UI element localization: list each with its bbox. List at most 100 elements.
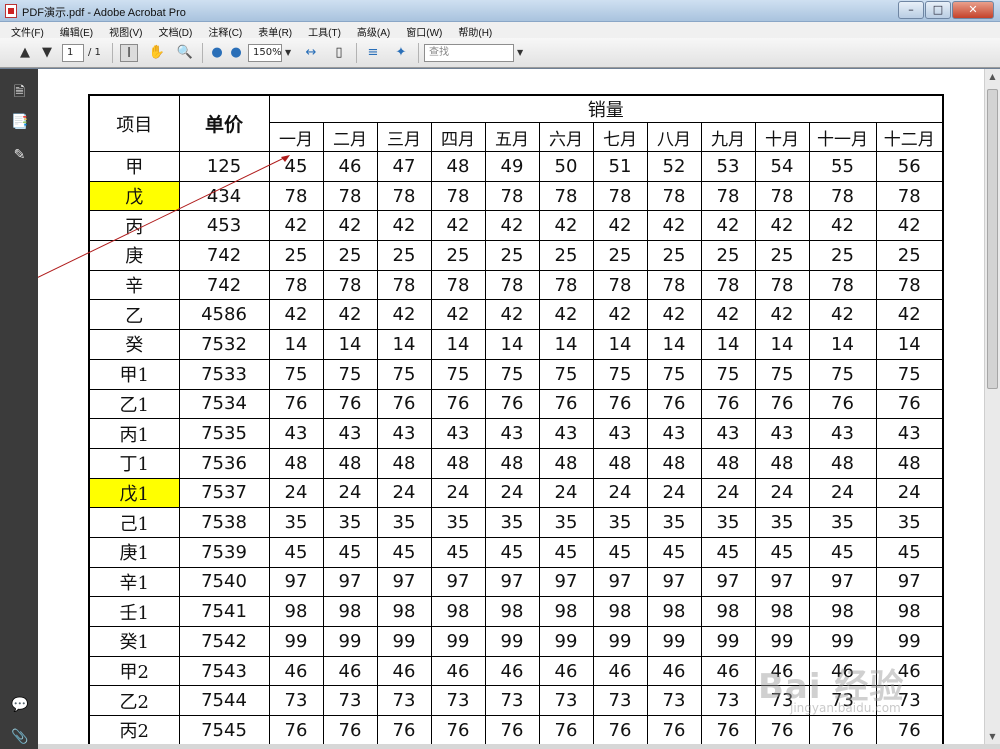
hand-tool-icon[interactable]: ✋ [148, 44, 166, 62]
fit-page-icon[interactable]: ▯ [330, 44, 348, 62]
item-name-cell: 丁1 [88, 447, 180, 479]
sales-cell: 78 [875, 269, 944, 301]
sales-cell: 14 [484, 329, 540, 360]
sales-cell: 75 [376, 358, 432, 390]
title-bar: PDF演示.pdf - Adobe Acrobat Pro – □ ✕ [0, 0, 1000, 22]
sales-cell: 14 [430, 329, 486, 360]
sales-cell: 99 [808, 626, 877, 657]
table-row: 辛1 7540 97 97 97 97 97 97 97 97 97 97 97 97 [88, 566, 944, 598]
menu-edit[interactable]: 编辑(E) [50, 22, 99, 39]
page-number-input[interactable]: 1 [62, 44, 84, 62]
sales-cell: 99 [376, 626, 432, 657]
sales-cell: 76 [538, 388, 594, 420]
menu-help[interactable]: 帮助(H) [448, 22, 498, 39]
month-header: 十一月 [808, 122, 877, 152]
sales-cell: 98 [538, 596, 594, 627]
signatures-panel-icon[interactable]: ✎ [11, 147, 28, 166]
zoom-in-icon[interactable]: ● [227, 44, 245, 62]
sales-cell: 98 [484, 596, 540, 627]
sales-cell: 78 [592, 180, 648, 212]
sales-cell: 48 [808, 447, 877, 479]
sales-cell: 46 [322, 151, 378, 182]
sales-cell: 50 [538, 151, 594, 182]
sales-cell: 97 [592, 566, 648, 598]
close-button[interactable]: ✕ [952, 1, 994, 19]
full-screen-icon[interactable]: ✦ [392, 44, 410, 62]
table-row: 庚 742 25 25 25 25 25 25 25 25 25 25 25 25 [88, 240, 944, 271]
price-cell: 7537 [178, 477, 270, 509]
sales-cell: 42 [592, 299, 648, 331]
sales-cell: 43 [700, 418, 756, 449]
menu-document[interactable]: 文档(D) [148, 22, 198, 39]
table-row: 壬1 7541 98 98 98 98 98 98 98 98 98 98 98 98 [88, 596, 944, 627]
price-cell: 434 [178, 180, 270, 212]
zoom-out-icon[interactable]: ● [208, 44, 226, 62]
sales-cell: 43 [592, 418, 648, 449]
sales-cell: 75 [646, 358, 702, 390]
sales-cell: 76 [484, 388, 540, 420]
sales-cell: 53 [700, 151, 756, 182]
select-tool-icon[interactable]: I [120, 44, 138, 62]
menu-file[interactable]: 文件(F) [0, 22, 50, 39]
sales-cell: 76 [322, 715, 378, 744]
document-view[interactable]: 项目 单价 销量 一月 二月 三月 四月 五月 六月 七月 八月 九月 十月 十一月 十二月 甲 125… [38, 69, 984, 744]
sales-cell: 43 [430, 418, 486, 449]
sales-cell: 78 [430, 269, 486, 301]
comments-panel-icon[interactable]: 💬 [11, 697, 28, 716]
sales-cell: 45 [430, 536, 486, 568]
sales-cell: 42 [484, 210, 540, 242]
price-cell: 7536 [178, 447, 270, 479]
sales-cell: 99 [484, 626, 540, 657]
sales-cell: 14 [754, 329, 810, 360]
previous-page-icon[interactable]: ▲ [16, 44, 34, 62]
sales-cell: 78 [484, 269, 540, 301]
fit-width-icon[interactable]: ↔ [302, 44, 320, 62]
bookmarks-panel-icon[interactable]: 📑 [11, 114, 28, 133]
sales-cell: 24 [875, 477, 944, 509]
sales-cell: 48 [646, 447, 702, 479]
sales-cell: 48 [875, 447, 944, 479]
next-page-icon[interactable]: ▼ [38, 44, 56, 62]
sales-cell: 45 [484, 536, 540, 568]
sales-cell: 45 [700, 536, 756, 568]
sales-cell: 35 [322, 507, 378, 538]
sales-cell: 42 [808, 210, 877, 242]
scroll-down-icon[interactable]: ▼ [985, 729, 1000, 744]
item-name-cell: 庚1 [88, 536, 180, 568]
sales-cell: 14 [538, 329, 594, 360]
sales-cell: 46 [538, 655, 594, 687]
menu-comments[interactable]: 注释(C) [198, 22, 248, 39]
sales-cell: 97 [754, 566, 810, 598]
search-input[interactable]: 查找 [424, 44, 514, 62]
menu-tools[interactable]: 工具(T) [298, 22, 347, 39]
zoom-tool-icon[interactable]: 🔍 [176, 44, 194, 62]
sales-cell: 48 [430, 151, 486, 182]
sales-cell: 46 [268, 655, 324, 687]
maximize-button[interactable]: □ [925, 1, 951, 19]
zoom-dropdown-icon[interactable]: ▼ [285, 44, 291, 62]
sales-cell: 45 [376, 536, 432, 568]
vertical-scrollbar[interactable]: ▲ ▼ [984, 69, 1000, 744]
toolbar: ▲ ▼ 1 / 1 I ✋ 🔍 ● ● 150% ▼ ↔ ▯ ≡ ✦ 查找 ▼ [0, 38, 1000, 68]
attachments-panel-icon[interactable]: 📎 [11, 729, 28, 748]
menu-advanced[interactable]: 高级(A) [347, 22, 396, 39]
scroll-mode-icon[interactable]: ≡ [364, 44, 382, 62]
sales-cell: 25 [808, 240, 877, 271]
menu-forms[interactable]: 表单(R) [248, 22, 298, 39]
sales-cell: 73 [322, 685, 378, 717]
zoom-level-input[interactable]: 150% [248, 44, 282, 62]
menu-window[interactable]: 窗口(W) [396, 22, 448, 39]
pages-panel-icon[interactable]: 🗎 [11, 81, 28, 100]
sales-cell: 73 [592, 685, 648, 717]
sales-cell: 97 [268, 566, 324, 598]
sales-cell: 97 [875, 566, 944, 598]
menu-view[interactable]: 视图(V) [99, 22, 148, 39]
scroll-up-icon[interactable]: ▲ [985, 69, 1000, 84]
month-header: 三月 [376, 122, 432, 152]
item-name-cell: 戊1 [88, 477, 180, 509]
search-dropdown-icon[interactable]: ▼ [517, 44, 523, 62]
price-cell: 7540 [178, 566, 270, 598]
scrollbar-thumb[interactable] [987, 89, 998, 389]
minimize-button[interactable]: – [898, 1, 924, 19]
price-cell: 7544 [178, 685, 270, 717]
